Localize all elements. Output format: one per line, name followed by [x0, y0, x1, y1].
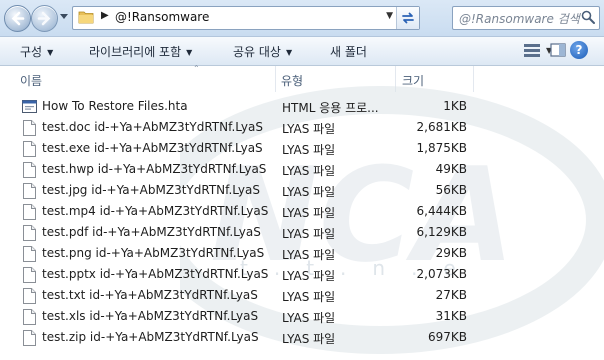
file-row[interactable]: test.pdf id-+Ya+AbMZ3tYdRTNf.LyaS LYAS 파일…: [0, 223, 604, 243]
file-type: LYAS 파일: [282, 311, 336, 325]
chevron-down-icon: ▼: [186, 48, 193, 57]
file-row[interactable]: test.jpg id-+Ya+AbMZ3tYdRTNf.LyaS LYAS 파일…: [0, 181, 604, 201]
file-name[interactable]: test.pptx id-+Ya+AbMZ3tYdRTNf.LyaS: [42, 267, 268, 281]
file-name[interactable]: test.pdf id-+Ya+AbMZ3tYdRTNf.LyaS: [42, 225, 261, 239]
file-size: 31KB: [435, 309, 467, 323]
breadcrumb-arrow-icon[interactable]: ▶: [101, 10, 109, 21]
file-type: LYAS 파일: [282, 290, 336, 304]
file-type: LYAS 파일: [282, 143, 336, 157]
column-size[interactable]: 크기: [402, 72, 424, 89]
file-name[interactable]: How To Restore Files.hta: [42, 99, 188, 113]
preview-pane-icon[interactable]: [549, 41, 567, 59]
file-size: 2,681KB: [416, 120, 467, 134]
command-bar: 구성 ▼ 라이브러리에 포함 ▼ 공유 대상 ▼ 새 폴더 ▼ ?: [0, 37, 604, 66]
organize-label: 구성: [20, 45, 43, 59]
file-row[interactable]: How To Restore Files.hta HTML 응용 프로... 1KB: [0, 97, 604, 117]
hta-icon: [22, 100, 37, 113]
file-row[interactable]: test.xls id-+Ya+AbMZ3tYdRTNf.LyaS LYAS 파일…: [0, 307, 604, 327]
help-button[interactable]: ?: [570, 41, 588, 59]
file-size: 56KB: [435, 183, 467, 197]
file-name[interactable]: test.jpg id-+Ya+AbMZ3tYdRTNf.LyaS: [42, 183, 260, 197]
column-divider[interactable]: [473, 66, 474, 92]
document-icon: [23, 183, 36, 199]
file-name[interactable]: test.zip id-+Ya+AbMZ3tYdRTNf.LyaS: [42, 330, 259, 344]
chevron-down-icon: ▼: [285, 48, 293, 57]
document-icon: [23, 120, 36, 136]
document-icon: [23, 225, 36, 241]
file-type: HTML 응용 프로...: [282, 101, 379, 115]
back-button[interactable]: [4, 5, 31, 32]
file-type: LYAS 파일: [282, 269, 336, 283]
file-name[interactable]: test.doc id-+Ya+AbMZ3tYdRTNf.LyaS: [42, 120, 263, 134]
new-folder-label: 새 폴더: [330, 45, 367, 59]
file-row[interactable]: test.doc id-+Ya+AbMZ3tYdRTNf.LyaS LYAS 파일…: [0, 118, 604, 138]
search-input[interactable]: @!Ransomware 검색: [452, 6, 600, 30]
file-name[interactable]: test.hwp id-+Ya+AbMZ3tYdRTNf.LyaS: [42, 162, 266, 176]
include-in-library-label: 라이브러리에 포함: [89, 45, 182, 59]
file-row[interactable]: test.exe id-+Ya+AbMZ3tYdRTNf.LyaS LYAS 파일…: [0, 139, 604, 159]
file-type: LYAS 파일: [282, 185, 336, 199]
column-type[interactable]: 유형: [281, 72, 303, 89]
forward-button[interactable]: [31, 5, 58, 32]
file-row[interactable]: test.hwp id-+Ya+AbMZ3tYdRTNf.LyaS LYAS 파일…: [0, 160, 604, 180]
forward-arrow-icon: [37, 11, 51, 26]
file-type: LYAS 파일: [282, 164, 336, 178]
recent-pages-dropdown-icon[interactable]: [60, 14, 68, 20]
search-icon[interactable]: [581, 10, 595, 24]
sort-indicator-icon: ⌃: [193, 64, 200, 73]
column-header-row: ⌃ 이름 유형 크기: [0, 64, 604, 92]
change-view-icon[interactable]: [522, 42, 542, 59]
file-size: 1KB: [443, 99, 467, 113]
refresh-button[interactable]: [396, 7, 419, 29]
document-icon: [23, 288, 36, 304]
file-size: 6,129KB: [416, 225, 467, 239]
chevron-down-icon: ▼: [47, 48, 54, 57]
file-row[interactable]: test.png id-+Ya+AbMZ3tYdRTNf.LyaS LYAS 파일…: [0, 244, 604, 264]
file-size: 697KB: [427, 330, 467, 344]
breadcrumb-folder[interactable]: @!Ransomware: [115, 10, 209, 24]
document-icon: [23, 330, 36, 346]
file-type: LYAS 파일: [282, 332, 336, 346]
file-size: 27KB: [435, 288, 467, 302]
include-in-library-button[interactable]: 라이브러리에 포함 ▼: [89, 43, 192, 60]
file-name[interactable]: test.exe id-+Ya+AbMZ3tYdRTNf.LyaS: [42, 141, 263, 155]
document-icon: [23, 246, 36, 262]
file-row[interactable]: test.zip id-+Ya+AbMZ3tYdRTNf.LyaS LYAS 파일…: [0, 328, 604, 348]
share-with-label: 공유 대상: [233, 45, 281, 59]
address-dropdown-icon[interactable]: ▼: [386, 11, 393, 21]
search-placeholder: @!Ransomware 검색: [459, 12, 580, 26]
column-name[interactable]: 이름: [20, 72, 42, 89]
file-size: 2,073KB: [416, 267, 467, 281]
organize-button[interactable]: 구성 ▼: [20, 43, 53, 60]
file-type: LYAS 파일: [282, 248, 336, 262]
file-type: LYAS 파일: [282, 227, 336, 241]
document-icon: [23, 141, 36, 157]
file-row[interactable]: test.pptx id-+Ya+AbMZ3tYdRTNf.LyaS LYAS 파…: [0, 265, 604, 285]
document-icon: [23, 309, 36, 325]
document-icon: [23, 267, 36, 283]
document-icon: [23, 204, 36, 220]
address-box[interactable]: ▶ @!Ransomware ▼: [72, 6, 420, 30]
file-size: 29KB: [435, 246, 467, 260]
back-arrow-icon: [11, 11, 25, 26]
file-name[interactable]: test.png id-+Ya+AbMZ3tYdRTNf.LyaS: [42, 246, 264, 260]
address-bar: ▶ @!Ransomware ▼ @!Ransomware 검색: [0, 0, 604, 37]
file-name[interactable]: test.mp4 id-+Ya+AbMZ3tYdRTNf.LyaS: [42, 204, 268, 218]
file-size: 1,875KB: [416, 141, 467, 155]
document-icon: [23, 162, 36, 178]
file-size: 49KB: [435, 162, 467, 176]
column-divider[interactable]: [395, 66, 396, 92]
file-row[interactable]: test.txt id-+Ya+AbMZ3tYdRTNf.LyaS LYAS 파일…: [0, 286, 604, 306]
file-row[interactable]: test.mp4 id-+Ya+AbMZ3tYdRTNf.LyaS LYAS 파일…: [0, 202, 604, 222]
refresh-icon: [402, 12, 414, 24]
file-type: LYAS 파일: [282, 122, 336, 136]
file-size: 6,444KB: [416, 204, 467, 218]
new-folder-button[interactable]: 새 폴더: [330, 43, 367, 60]
share-with-button[interactable]: 공유 대상 ▼: [233, 43, 292, 60]
file-type: LYAS 파일: [282, 206, 336, 220]
file-name[interactable]: test.xls id-+Ya+AbMZ3tYdRTNf.LyaS: [42, 309, 258, 323]
folder-icon: [78, 11, 94, 24]
column-divider[interactable]: [275, 66, 276, 92]
file-name[interactable]: test.txt id-+Ya+AbMZ3tYdRTNf.LyaS: [42, 288, 258, 302]
